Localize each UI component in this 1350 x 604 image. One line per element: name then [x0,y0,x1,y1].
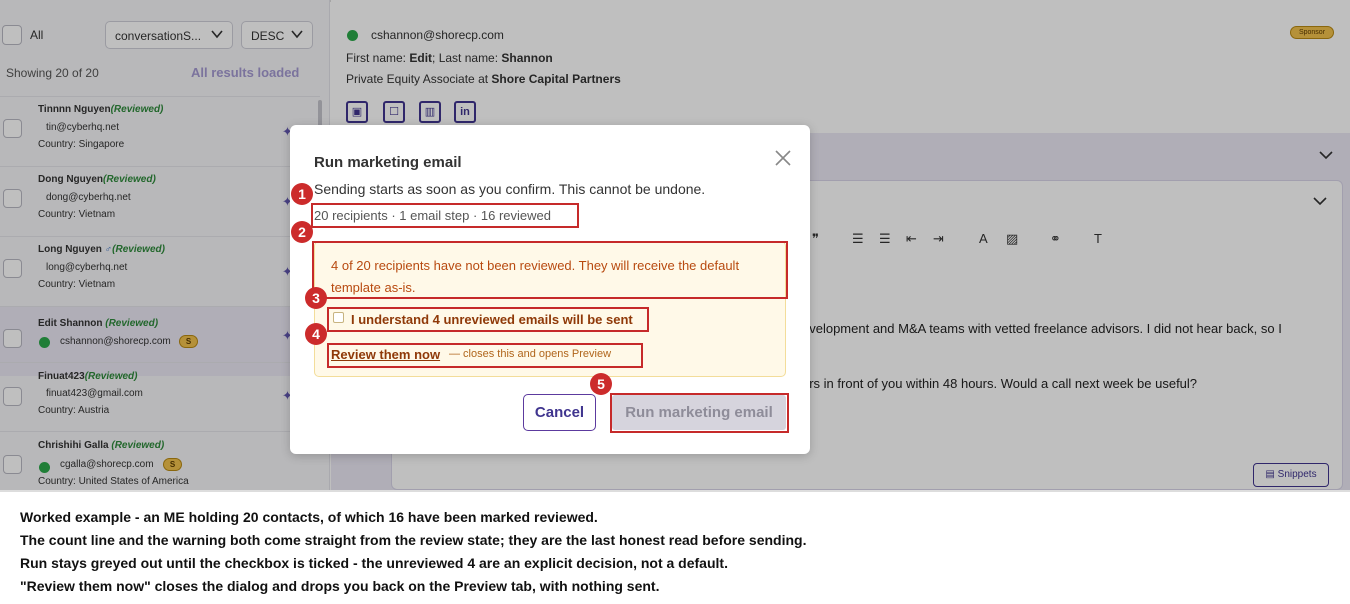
annotation-badge: 5 [590,373,612,395]
caption-line: The count line and the warning both come… [20,532,807,548]
close-icon[interactable] [774,149,792,167]
annotation-badge: 3 [305,287,327,309]
caption-line: Run stays greyed out until the checkbox … [20,555,728,571]
annotation-box-5 [610,393,789,433]
caption-line: "Review them now" closes the dialog and … [20,578,660,594]
app-window: All conversationS... DESC Showing 20 of … [0,0,1350,490]
annotation-badge: 2 [291,221,313,243]
annotation-box-2 [312,241,788,299]
caption-line: Worked example - an ME holding 20 contac… [20,509,598,525]
annotation-box-4 [327,343,643,368]
annotation-box-1 [311,203,579,228]
cancel-button[interactable]: Cancel [523,394,596,431]
annotation-box-3 [327,307,649,332]
annotation-badge: 4 [305,323,327,345]
dialog-subtitle: Sending starts as soon as you confirm. T… [314,181,706,197]
dialog-title: Run marketing email [314,154,462,171]
annotation-badge: 1 [291,183,313,205]
caption-panel: Worked example - an ME holding 20 contac… [0,490,1350,604]
